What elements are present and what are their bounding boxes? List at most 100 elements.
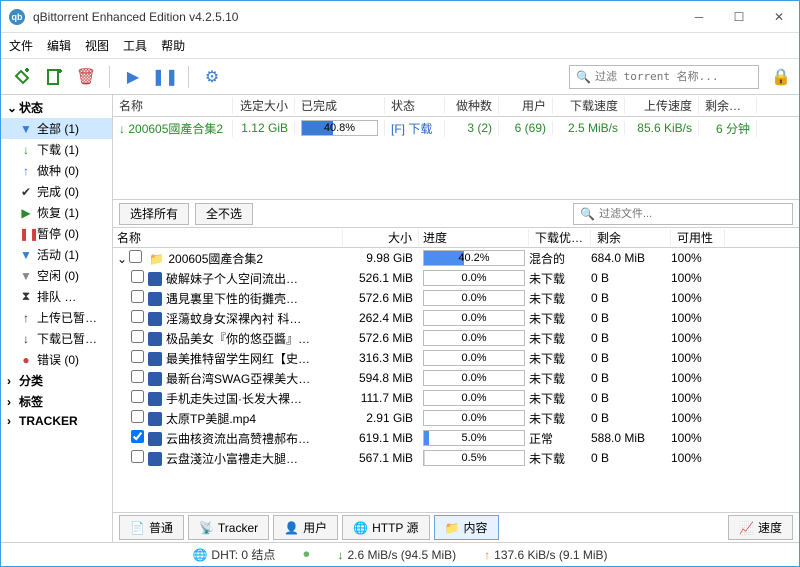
file-checkbox[interactable] [131, 430, 144, 443]
file-row[interactable]: 云盘淺泣小富禮走大腿… 567.1 MiB 0.5% 未下载 0 B 100% [113, 448, 799, 468]
video-file-icon [148, 292, 162, 306]
search-torrent-input[interactable] [595, 70, 752, 83]
sidebar-item[interactable]: ↓下载 (1) [1, 139, 112, 160]
fcol-avail[interactable]: 可用性 [671, 229, 725, 246]
file-checkbox[interactable] [131, 330, 144, 343]
col-size[interactable]: 选定大小 [233, 97, 295, 114]
file-table-header: 名称 大小 进度 下载优先纟 剩余 可用性 [113, 228, 799, 248]
pause-button[interactable]: ❚❚ [152, 64, 178, 90]
menu-edit[interactable]: 编辑 [47, 37, 71, 54]
fcol-size[interactable]: 大小 [343, 229, 419, 246]
sidebar-section-status[interactable]: ⌄状态 [1, 97, 112, 118]
file-size: 262.4 MiB [343, 311, 419, 325]
close-button[interactable]: ✕ [767, 5, 791, 29]
fcol-name[interactable]: 名称 [113, 229, 343, 246]
file-row-root[interactable]: ⌄ 📁200605國產合集2 9.98 GiB 40.2% 混合的 684.0 … [113, 248, 799, 268]
file-checkbox[interactable] [131, 390, 144, 403]
file-checkbox[interactable] [131, 270, 144, 283]
bottom-tab[interactable]: 📁内容 [434, 515, 499, 540]
file-size: 2.91 GiB [343, 411, 419, 425]
file-checkbox[interactable] [131, 350, 144, 363]
search-torrent-box[interactable]: 🔍 [569, 65, 759, 89]
status-ul[interactable]: ↑137.6 KiB/s (9.1 MiB) [484, 548, 607, 562]
bottom-tab[interactable]: 🌐HTTP 源 [342, 515, 429, 540]
video-file-icon [148, 352, 162, 366]
sidebar-item[interactable]: ↑做种 (0) [1, 160, 112, 181]
col-status[interactable]: 状态 [385, 97, 445, 114]
sidebar-item[interactable]: ✔完成 (0) [1, 181, 112, 202]
up-arrow-icon: ↑ [484, 548, 490, 562]
add-file-button[interactable] [41, 64, 67, 90]
sidebar-item-icon: ↑ [19, 311, 33, 325]
tab-icon: 📈 [739, 521, 754, 535]
status-dht[interactable]: 🌐DHT: 0 结点 [192, 546, 275, 563]
file-size: 572.6 MiB [343, 331, 419, 345]
bottom-tab[interactable]: 📈速度 [728, 515, 793, 540]
bottom-tab[interactable]: 📡Tracker [188, 515, 269, 540]
file-name: 破解妹子个人空间流出… [166, 272, 298, 286]
sidebar-item[interactable]: ▼全部 (1) [1, 118, 112, 139]
add-link-button[interactable] [9, 64, 35, 90]
file-checkbox[interactable] [131, 410, 144, 423]
file-row[interactable]: 云曲核资流出高赞禮郝布… 619.1 MiB 5.0% 正常 588.0 MiB… [113, 428, 799, 448]
minimize-button[interactable]: ─ [687, 5, 711, 29]
torrent-row[interactable]: ↓ 200605國產合集2 1.12 GiB 40.8% [F] 下载 3 (2… [113, 117, 799, 139]
sidebar-item[interactable]: ●错误 (0) [1, 349, 112, 370]
col-eta[interactable]: 剩余时间 [699, 97, 757, 114]
menu-help[interactable]: 帮助 [161, 37, 185, 54]
file-checkbox[interactable] [129, 250, 142, 263]
file-row[interactable]: 太原TP美腿.mp4 2.91 GiB 0.0% 未下载 0 B 100% [113, 408, 799, 428]
search-icon: 🔍 [580, 207, 595, 221]
menu-tools[interactable]: 工具 [123, 37, 147, 54]
sidebar-item[interactable]: ↑上传已暂… [1, 307, 112, 328]
maximize-button[interactable]: ☐ [727, 5, 751, 29]
file-row[interactable]: 极品美女『你的悠亞醬』… 572.6 MiB 0.0% 未下载 0 B 100% [113, 328, 799, 348]
fcol-progress[interactable]: 进度 [419, 229, 529, 246]
menu-view[interactable]: 视图 [85, 37, 109, 54]
status-dl[interactable]: ↓2.6 MiB/s (94.5 MiB) [337, 548, 456, 562]
video-file-icon [148, 452, 162, 466]
bottom-tab[interactable]: 📄普通 [119, 515, 184, 540]
col-seeds[interactable]: 做种数 [445, 97, 499, 114]
sidebar-item-label: 全部 (1) [37, 120, 79, 137]
file-search-box[interactable]: 🔍 [573, 203, 793, 225]
sidebar-item[interactable]: ↓下载已暂… [1, 328, 112, 349]
sidebar-item[interactable]: ▼空闲 (0) [1, 265, 112, 286]
select-none-button[interactable]: 全不选 [195, 203, 253, 225]
sidebar-item[interactable]: ❚❚暂停 (0) [1, 223, 112, 244]
file-name: 云盘淺泣小富禮走大腿… [166, 452, 298, 466]
sidebar-item[interactable]: ⧗排队 … [1, 286, 112, 307]
col-progress[interactable]: 已完成 [295, 97, 385, 114]
sidebar-item[interactable]: ▶恢复 (1) [1, 202, 112, 223]
file-row[interactable]: 最新台湾SWAG亞裸美大… 594.8 MiB 0.0% 未下载 0 B 100… [113, 368, 799, 388]
file-row[interactable]: 淫蕩蚊身女深裸內衬 科… 262.4 MiB 0.0% 未下载 0 B 100% [113, 308, 799, 328]
fcol-priority[interactable]: 下载优先纟 [529, 229, 591, 246]
col-peers[interactable]: 用户 [499, 97, 553, 114]
delete-button[interactable]: 🗑 [73, 64, 99, 90]
settings-button[interactable]: ⚙ [199, 64, 225, 90]
file-search-input[interactable] [599, 208, 786, 220]
file-checkbox[interactable] [131, 310, 144, 323]
file-row[interactable]: 最美推特留学生网红【史… 316.3 MiB 0.0% 未下载 0 B 100% [113, 348, 799, 368]
file-checkbox[interactable] [131, 290, 144, 303]
resume-button[interactable]: ▶ [120, 64, 146, 90]
tab-label: Tracker [218, 521, 258, 535]
select-all-button[interactable]: 选择所有 [119, 203, 189, 225]
lock-icon[interactable]: 🔒 [771, 67, 791, 87]
fcol-remaining[interactable]: 剩余 [591, 229, 671, 246]
file-row[interactable]: 破解妹子个人空间流出… 526.1 MiB 0.0% 未下载 0 B 100% [113, 268, 799, 288]
sidebar-section-tracker[interactable]: ›TRACKER [1, 412, 112, 430]
menu-file[interactable]: 文件 [9, 37, 33, 54]
sidebar-section-category[interactable]: ›分类 [1, 370, 112, 391]
file-checkbox[interactable] [131, 370, 144, 383]
bottom-tab[interactable]: 👤用户 [273, 515, 338, 540]
sidebar-item-label: 完成 (0) [37, 183, 79, 200]
file-row[interactable]: 遇見裏里下性的街攤壳… 572.6 MiB 0.0% 未下载 0 B 100% [113, 288, 799, 308]
col-ulspeed[interactable]: 上传速度 [625, 97, 699, 114]
file-checkbox[interactable] [131, 450, 144, 463]
col-dlspeed[interactable]: 下载速度 [553, 97, 625, 114]
sidebar-section-tags[interactable]: ›标签 [1, 391, 112, 412]
sidebar-item[interactable]: ▼活动 (1) [1, 244, 112, 265]
file-row[interactable]: 手机走失过国·长发大裸… 111.7 MiB 0.0% 未下载 0 B 100% [113, 388, 799, 408]
col-name[interactable]: 名称 [113, 97, 233, 114]
